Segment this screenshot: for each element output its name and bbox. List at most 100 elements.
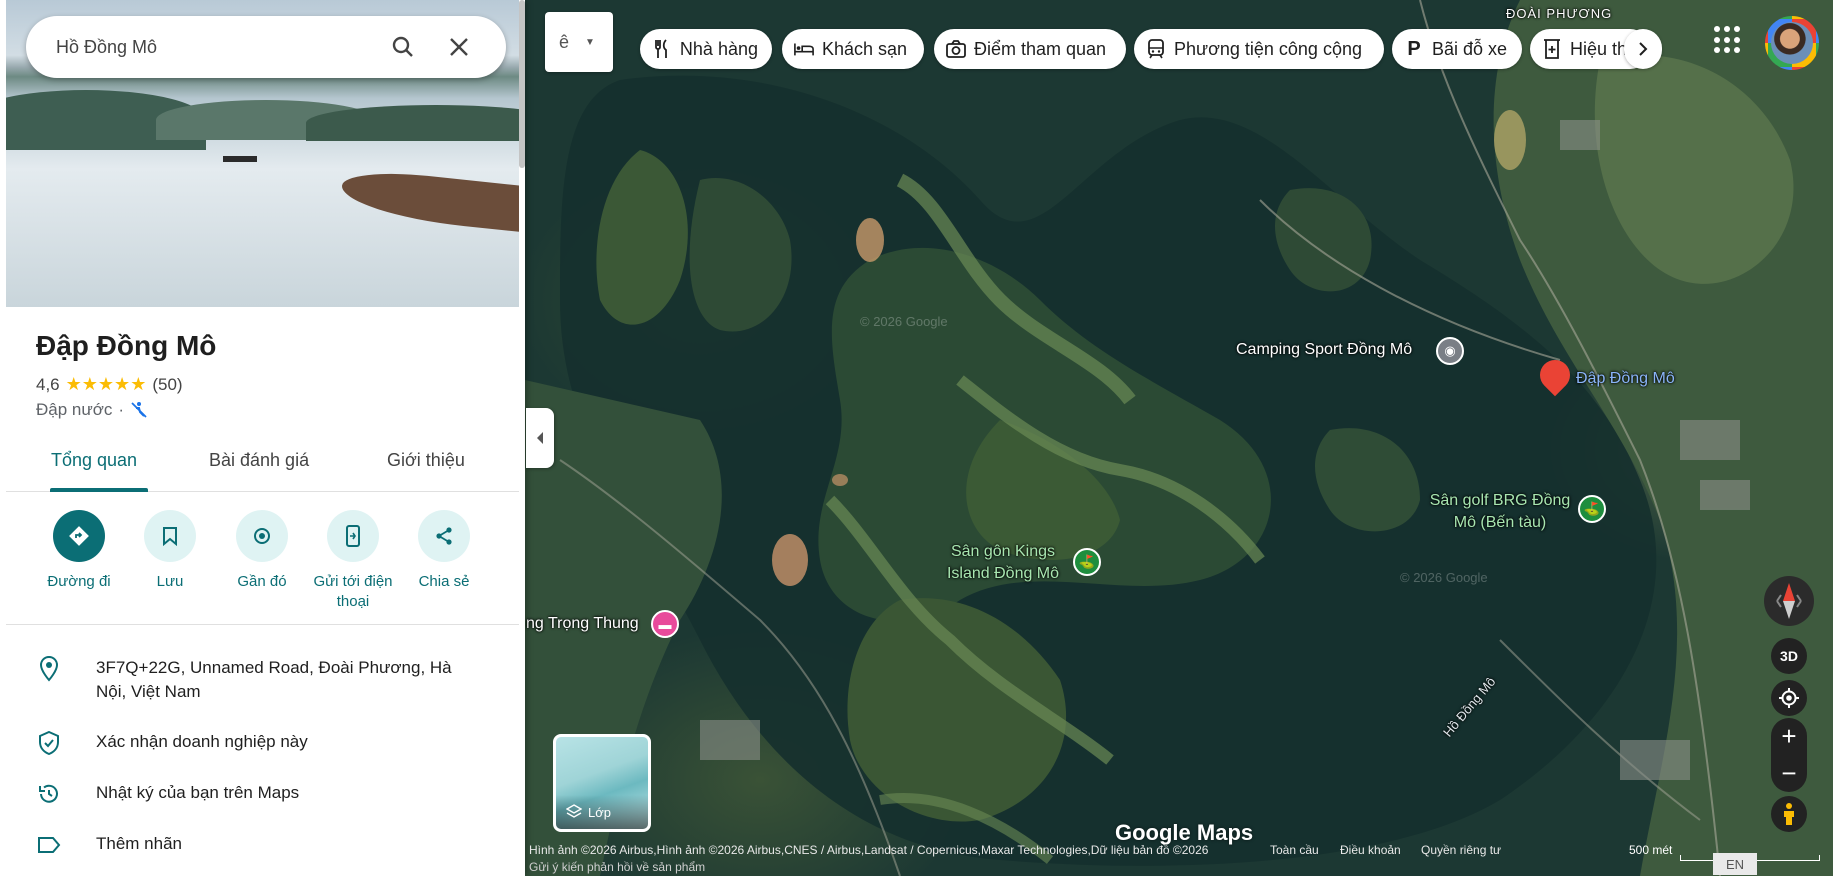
not-accessible-icon bbox=[131, 402, 147, 418]
tab-reviews[interactable]: Bài đánh giá bbox=[209, 450, 309, 471]
chip-transit[interactable]: Phương tiện công cộng bbox=[1134, 29, 1384, 69]
avatar-photo bbox=[1771, 22, 1813, 64]
restaurant-icon bbox=[652, 39, 672, 59]
timeline-text: Nhật ký của bạn trên Maps bbox=[96, 783, 300, 802]
tab-overview[interactable]: Tổng quan bbox=[51, 450, 137, 471]
bookmark-icon bbox=[144, 510, 196, 562]
chip-label: Bãi đỗ xe bbox=[1432, 38, 1508, 59]
zoom-controls: + − bbox=[1771, 718, 1807, 792]
apps-grid-icon bbox=[1724, 36, 1730, 43]
category-row: Đập nước · bbox=[36, 400, 148, 420]
app-root: ĐOÀI PHƯƠNG Camping Sport Đồng Mô ◉ Đập … bbox=[0, 0, 1833, 876]
chip-hotels[interactable]: Khách sạn bbox=[782, 29, 924, 69]
hotel-pin-icon[interactable]: ▬ bbox=[651, 610, 679, 638]
timeline-row[interactable]: Nhật ký của bạn trên Maps bbox=[36, 781, 476, 807]
send-feedback-link[interactable]: Gửi ý kiến phản hồi về sản phẩm bbox=[529, 860, 705, 874]
share-label: Chia sẻ bbox=[418, 573, 470, 590]
google-apps-button[interactable] bbox=[1714, 26, 1742, 54]
account-avatar[interactable] bbox=[1765, 16, 1819, 70]
street-view-pegman[interactable] bbox=[1771, 796, 1807, 832]
input-method-icon: ê bbox=[559, 31, 570, 52]
apps-grid-icon bbox=[1714, 47, 1720, 54]
my-location-icon bbox=[1779, 688, 1799, 708]
privacy-link[interactable]: Quyền riêng tư bbox=[1421, 843, 1501, 857]
map-label-camping[interactable]: Camping Sport Đồng Mô bbox=[1236, 341, 1412, 359]
map-label-golf-kings[interactable]: Sân gôn Kings Island Đồng Mô bbox=[938, 541, 1068, 585]
chips-scroll-next-button[interactable] bbox=[1624, 29, 1662, 69]
language-button[interactable]: EN bbox=[1713, 853, 1757, 875]
chip-parking[interactable]: P Bãi đỗ xe bbox=[1392, 29, 1522, 69]
place-title: Đập Đồng Mô bbox=[36, 330, 217, 361]
clear-search-button[interactable] bbox=[444, 32, 474, 62]
map-watermark-2: © 2026 Google bbox=[1400, 570, 1488, 585]
rating-row[interactable]: 4,6 ★★★★★ (50) bbox=[36, 374, 183, 395]
chevron-right-icon bbox=[1639, 42, 1648, 56]
review-count[interactable]: (50) bbox=[152, 375, 182, 395]
parking-icon: P bbox=[1407, 37, 1421, 60]
golf-kings-pin-icon[interactable]: ⛳ bbox=[1073, 548, 1101, 576]
compass-button[interactable] bbox=[1764, 576, 1814, 626]
close-icon bbox=[450, 38, 468, 56]
layers-icon bbox=[566, 804, 582, 818]
address-text: 3F7Q+22G, Unnamed Road, Đoài Phương, Hà … bbox=[96, 658, 452, 701]
my-location-button[interactable] bbox=[1771, 680, 1807, 716]
map-footer: Hình ảnh ©2026 Airbus,Hình ảnh ©2026 Air… bbox=[525, 839, 1833, 876]
panel-scrollbar[interactable] bbox=[519, 0, 525, 168]
claim-business-row[interactable]: Xác nhận doanh nghiệp này bbox=[36, 730, 476, 756]
label-tag-icon bbox=[36, 832, 62, 858]
share-button[interactable]: Chia sẻ bbox=[389, 510, 499, 592]
photo-sandbar bbox=[339, 167, 519, 235]
pharmacy-icon bbox=[1542, 39, 1562, 59]
global-link[interactable]: Toàn cầu bbox=[1270, 843, 1319, 857]
map-label-dam[interactable]: Đập Đồng Mô bbox=[1576, 370, 1675, 388]
map-label-golf-brg[interactable]: Sân golf BRG Đồng Mô (Bến tàu) bbox=[1420, 490, 1580, 534]
apps-grid-icon bbox=[1734, 36, 1740, 43]
collapse-panel-button[interactable] bbox=[526, 408, 554, 468]
zoom-out-button[interactable]: − bbox=[1771, 755, 1807, 792]
section-divider bbox=[6, 624, 519, 625]
verified-shield-icon bbox=[36, 730, 62, 756]
chip-label: Điểm tham quan bbox=[974, 38, 1107, 59]
add-label-row[interactable]: Thêm nhãn bbox=[36, 832, 476, 858]
place-category[interactable]: Đập nước bbox=[36, 400, 112, 420]
search-button[interactable] bbox=[388, 32, 418, 62]
input-tools-toggle[interactable]: ê ▼ bbox=[545, 12, 613, 72]
toggle-3d-button[interactable]: 3D bbox=[1771, 638, 1807, 674]
phone-icon bbox=[327, 510, 379, 562]
layers-button[interactable]: Lớp bbox=[553, 734, 651, 832]
chip-label: Khách sạn bbox=[822, 38, 908, 59]
chip-attractions[interactable]: Điểm tham quan bbox=[934, 29, 1126, 69]
nearby-icon bbox=[236, 510, 288, 562]
history-icon bbox=[36, 781, 62, 807]
address-row[interactable]: 3F7Q+22G, Unnamed Road, Đoài Phương, Hà … bbox=[36, 656, 476, 704]
scale-label[interactable]: 500 mét bbox=[1629, 843, 1672, 857]
hotel-icon bbox=[794, 39, 814, 59]
golf-brg-pin-icon[interactable]: ⛳ bbox=[1578, 495, 1606, 523]
camping-pin-icon[interactable]: ◉ bbox=[1436, 337, 1464, 365]
tab-about[interactable]: Giới thiệu bbox=[387, 450, 465, 471]
search-input[interactable] bbox=[56, 36, 356, 58]
location-pin-icon bbox=[36, 656, 62, 682]
rating-stars: ★★★★★ bbox=[65, 374, 147, 394]
chevron-down-icon: ▼ bbox=[585, 36, 595, 48]
imagery-attribution: Hình ảnh ©2026 Airbus,Hình ảnh ©2026 Air… bbox=[529, 843, 1209, 857]
compass-icon bbox=[1776, 583, 1802, 619]
apps-grid-icon bbox=[1724, 26, 1730, 32]
map-label-trong-thung[interactable]: ng Trọng Thung bbox=[526, 615, 639, 633]
apps-grid-icon bbox=[1734, 47, 1740, 54]
layers-label: Lớp bbox=[588, 804, 611, 820]
active-tab-indicator bbox=[50, 488, 148, 492]
place-panel: Đập Đồng Mô 4,6 ★★★★★ (50) Đập nước · Tổ… bbox=[0, 0, 525, 876]
photo-boat bbox=[223, 156, 257, 162]
transit-icon bbox=[1146, 39, 1166, 59]
map-watermark-1: © 2026 Google bbox=[860, 314, 948, 329]
terms-link[interactable]: Điều khoản bbox=[1340, 843, 1401, 857]
layers-label-row: Lớp bbox=[556, 795, 648, 829]
search-box[interactable] bbox=[26, 16, 506, 78]
claim-business-text: Xác nhận doanh nghiệp này bbox=[96, 732, 308, 751]
map-label-area: ĐOÀI PHƯƠNG bbox=[1506, 6, 1613, 21]
chip-restaurants[interactable]: Nhà hàng bbox=[640, 29, 772, 69]
directions-icon bbox=[53, 510, 105, 562]
zoom-in-button[interactable]: + bbox=[1771, 718, 1807, 755]
place-tabs: Tổng quan Bài đánh giá Giới thiệu bbox=[6, 440, 519, 492]
